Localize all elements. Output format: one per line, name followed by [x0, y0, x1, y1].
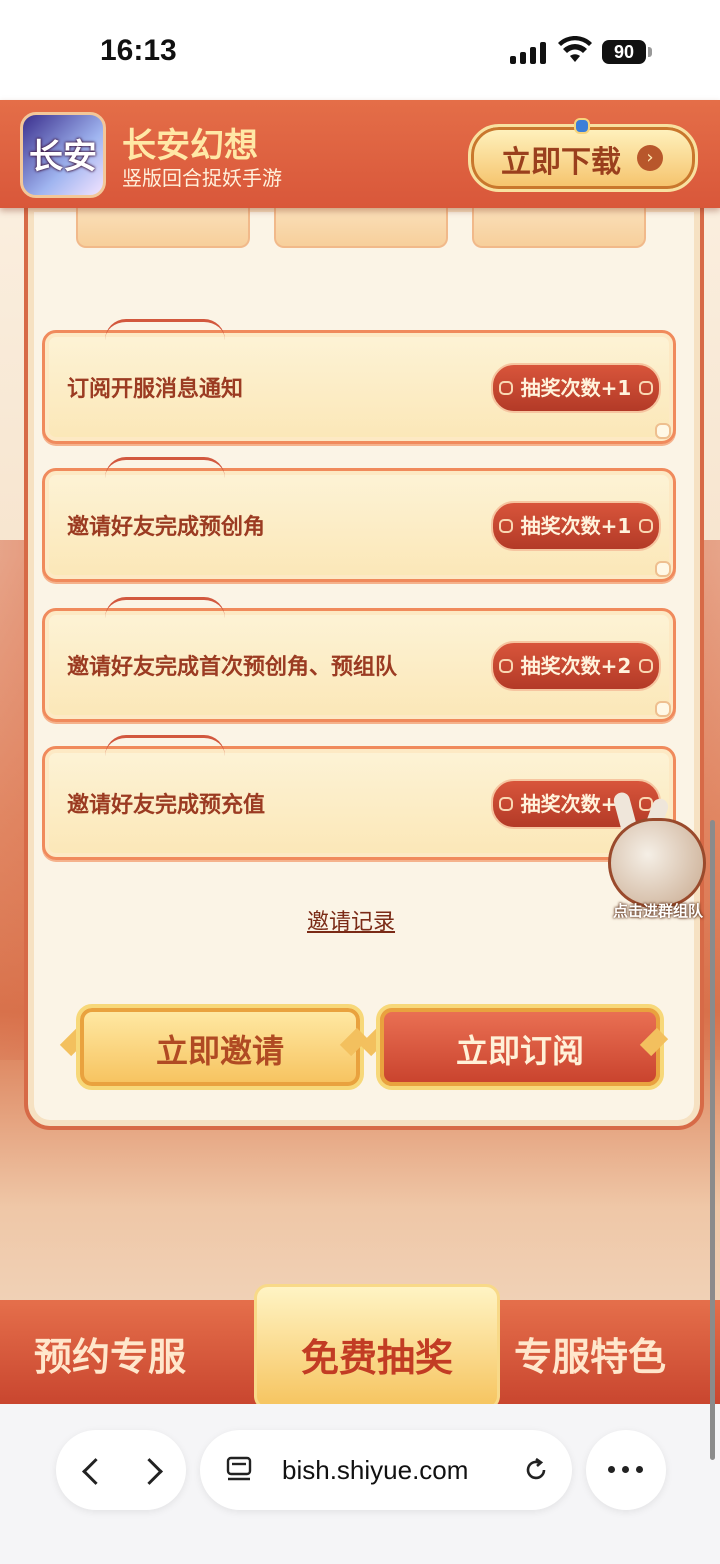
- nav-item-features[interactable]: 专服特色: [514, 1326, 666, 1381]
- reward-text: 抽奖次数+2: [520, 654, 632, 678]
- more-icon: [604, 1466, 648, 1474]
- app-subtitle: 竖版回合捉妖手游: [122, 166, 282, 190]
- task-label: 邀请好友完成预创角: [67, 515, 266, 540]
- panel-tab-decoration: [76, 202, 250, 248]
- ribbon-decoration: [105, 457, 225, 478]
- task-row: 邀请好友完成预充值 抽奖次数+1: [42, 735, 676, 860]
- more-button[interactable]: [586, 1430, 666, 1510]
- browser-toolbar: bish.shiyue.com: [0, 1404, 720, 1564]
- download-button[interactable]: 立即下载 ›: [468, 124, 698, 192]
- back-icon[interactable]: [82, 1458, 109, 1485]
- reward-text: 抽奖次数+1: [520, 514, 632, 538]
- invite-now-label: 立即邀请: [155, 1032, 284, 1070]
- task-row: 邀请好友完成预创角 抽奖次数+1: [42, 457, 676, 582]
- corner-decoration: [655, 701, 671, 717]
- battery-tip: [648, 47, 652, 57]
- ribbon-decoration: [105, 597, 225, 618]
- address-bar[interactable]: bish.shiyue.com: [200, 1430, 572, 1510]
- dot-decoration: [499, 519, 513, 533]
- download-label: 立即下载: [501, 145, 621, 180]
- forward-icon[interactable]: [136, 1458, 163, 1485]
- nav-item-reserve[interactable]: 预约专服: [34, 1326, 186, 1381]
- reload-icon[interactable]: [522, 1456, 550, 1484]
- app-logo-icon: 长安: [20, 112, 106, 198]
- dot-decoration: [499, 659, 513, 673]
- task-row: 订阅开服消息通知 抽奖次数+1: [42, 319, 676, 444]
- ribbon-decoration: [105, 319, 225, 340]
- nav-item-lottery[interactable]: 免费抽奖: [254, 1284, 500, 1410]
- invite-now-button[interactable]: 立即邀请: [76, 1004, 364, 1090]
- clock: 16:13: [100, 34, 177, 67]
- dot-decoration: [499, 381, 513, 395]
- cellular-signal-icon: [510, 40, 550, 64]
- app-name: 长安幻想: [122, 126, 258, 166]
- task-label: 订阅开服消息通知: [67, 377, 244, 402]
- dot-decoration: [499, 797, 513, 811]
- rabbit-avatar-icon: [608, 818, 706, 908]
- arrow-right-icon: ›: [637, 145, 663, 171]
- status-bar: 16:13 90: [0, 0, 720, 100]
- task-row: 邀请好友完成首次预创角、预组队 抽奖次数+2: [42, 597, 676, 722]
- page-menu-icon[interactable]: [226, 1456, 252, 1482]
- subscribe-now-label: 立即订阅: [455, 1032, 584, 1070]
- corner-decoration: [655, 423, 671, 439]
- history-nav-group: [56, 1430, 186, 1510]
- app-logo-text: 长安: [29, 137, 97, 177]
- reward-badge: 抽奖次数+1: [491, 501, 661, 551]
- task-label: 邀请好友完成首次预创角、预组队: [67, 655, 398, 680]
- url-text: bish.shiyue.com: [282, 1455, 469, 1485]
- ribbon-decoration: [105, 735, 225, 756]
- dot-decoration: [639, 519, 653, 533]
- join-group-widget[interactable]: 点击进群组队: [602, 790, 714, 924]
- panel-tab-decoration: [274, 202, 448, 248]
- panel-tab-decoration: [472, 202, 646, 248]
- invite-record-link[interactable]: 邀请记录: [307, 904, 395, 936]
- nav-item-lottery-label: 免费抽奖: [300, 1335, 453, 1380]
- reward-text: 抽奖次数+1: [520, 376, 632, 400]
- task-label: 邀请好友完成预充值: [67, 793, 266, 818]
- subscribe-now-button[interactable]: 立即订阅: [376, 1004, 664, 1090]
- reward-badge: 抽奖次数+1: [491, 363, 661, 413]
- wifi-icon: [558, 36, 592, 62]
- join-group-label: 点击进群组队: [612, 902, 703, 920]
- corner-decoration: [655, 561, 671, 577]
- gem-decoration: [574, 118, 590, 134]
- app-download-banner: 长安 长安幻想 竖版回合捉妖手游 立即下载 ›: [0, 100, 720, 208]
- dot-decoration: [639, 381, 653, 395]
- battery-icon: 90: [602, 40, 646, 64]
- reward-badge: 抽奖次数+2: [491, 641, 661, 691]
- dot-decoration: [639, 659, 653, 673]
